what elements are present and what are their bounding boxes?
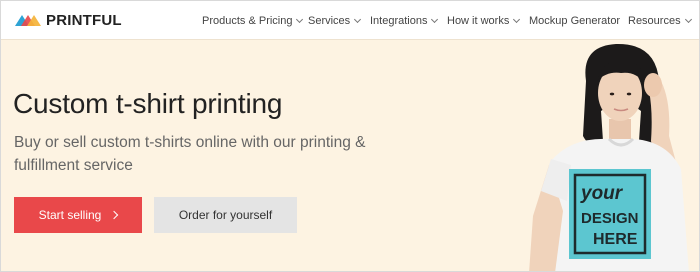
order-for-yourself-label: Order for yourself [178,208,273,222]
chevron-down-icon [296,15,304,23]
order-for-yourself-button[interactable]: Order for yourself [154,197,297,233]
nav-item-services[interactable]: Services [308,14,362,27]
brand-logo[interactable]: PRINTFUL [15,12,122,29]
nav-item-label: Services [308,14,351,27]
nav-item-label: Resources [628,14,681,27]
nav-item-label: Products & Pricing [202,14,293,27]
chevron-down-icon [354,15,362,23]
top-navigation: PRINTFUL Products & Pricing Services Int… [1,1,699,40]
shirt-print-line2: DESIGN [581,210,639,227]
nav-item-resources[interactable]: Resources [628,14,692,27]
nav-item-label: How it works [447,14,510,27]
chevron-right-icon [110,210,119,220]
nav-item-products-pricing[interactable]: Products & Pricing [202,14,304,27]
brand-name: PRINTFUL [46,11,122,29]
chevron-down-icon [684,15,692,23]
nav-item-how-it-works[interactable]: How it works [447,14,521,27]
page: PRINTFUL Products & Pricing Services Int… [0,0,700,272]
hero-title: Custom t-shirt printing [13,88,283,119]
shirt-print-line1: your [580,183,624,204]
nav-item-mockup-generator[interactable]: Mockup Generator [529,15,620,27]
hero-model-image: your DESIGN HERE [511,41,699,271]
chevron-down-icon [513,15,521,23]
start-selling-button[interactable]: Start selling [14,197,142,233]
hero-subtitle: Buy or sell custom t-shirts online with … [14,134,366,174]
chevron-down-icon [431,15,439,23]
nav-item-label: Mockup Generator [529,14,621,27]
nav-item-label: Integrations [370,14,428,27]
printful-logo-icon [15,15,41,26]
start-selling-label: Start selling [38,208,102,222]
shirt-print-line3: HERE [593,231,638,248]
nav-item-integrations[interactable]: Integrations [370,14,439,27]
